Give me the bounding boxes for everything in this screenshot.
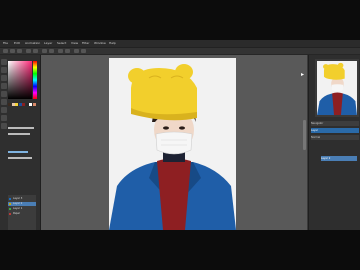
layer-color-dot <box>9 208 11 210</box>
open-file-icon[interactable] <box>10 49 15 53</box>
brush-tool-icon[interactable] <box>1 67 7 73</box>
menu-bar: File Edit Animation Layer Select View Fi… <box>0 40 360 48</box>
brush-size-slider[interactable] <box>8 127 34 129</box>
layer-label: Layer 2 <box>13 202 23 205</box>
layer-row[interactable]: Layer 2 <box>8 202 36 206</box>
layer-color-dot <box>9 213 11 215</box>
layer-label: Layer 1 <box>13 207 23 210</box>
tool-and-color-panel: Layer 3 Layer 2 Layer 1 Paper <box>0 55 41 230</box>
face-mask <box>155 131 193 155</box>
layer-label: Paper <box>13 212 21 215</box>
layer-row[interactable]: Layer 1 <box>8 207 36 211</box>
eraser-tool-icon[interactable] <box>1 75 7 81</box>
palette-swatch[interactable] <box>32 103 36 106</box>
rotate-icon[interactable] <box>74 49 79 53</box>
fill-tool-icon[interactable] <box>1 83 7 89</box>
menu-filter[interactable]: Filter <box>82 41 89 46</box>
zoom-in-icon[interactable] <box>58 49 63 53</box>
redo-icon[interactable] <box>33 49 38 53</box>
menu-file[interactable]: File <box>3 41 8 46</box>
menu-help[interactable]: Help <box>109 41 116 46</box>
density-slider[interactable] <box>8 157 32 159</box>
hue-slider[interactable] <box>33 61 37 99</box>
layer-color-dot <box>9 203 11 205</box>
flip-icon[interactable] <box>81 49 86 53</box>
opacity-slider[interactable] <box>8 133 30 135</box>
menu-animation[interactable]: Animation <box>25 41 40 46</box>
clear-icon[interactable] <box>42 49 47 53</box>
eyedropper-tool-icon[interactable] <box>1 115 7 121</box>
select-tool-icon[interactable] <box>1 91 7 97</box>
sweater <box>157 158 191 230</box>
canvas-scrollbar[interactable] <box>303 120 306 150</box>
zoom-out-icon[interactable] <box>65 49 70 53</box>
paint-app-window: File Edit Animation Layer Select View Fi… <box>0 40 360 230</box>
layer-label: Layer 3 <box>13 197 23 200</box>
layer-color-dot <box>9 198 11 200</box>
selected-layer-row[interactable]: Layer 2 <box>321 156 357 161</box>
layer-row[interactable]: Paper <box>8 212 36 216</box>
layer-list: Layer 3 Layer 2 Layer 1 Paper <box>8 195 36 230</box>
tab-navigator[interactable]: Navigator <box>311 121 359 126</box>
text-tool-icon[interactable] <box>1 107 7 113</box>
move-tool-icon[interactable] <box>1 99 7 105</box>
menu-select[interactable]: Select <box>57 41 66 46</box>
drawing-canvas[interactable] <box>109 58 236 230</box>
undo-icon[interactable] <box>26 49 31 53</box>
save-icon[interactable] <box>17 49 22 53</box>
menu-edit[interactable]: Edit <box>14 41 20 46</box>
menu-view[interactable]: View <box>71 41 78 46</box>
layer-row[interactable]: Layer 3 <box>8 197 36 201</box>
fill-icon[interactable] <box>49 49 54 53</box>
new-file-icon[interactable] <box>3 49 8 53</box>
pen-tool-icon[interactable] <box>1 59 7 65</box>
blend-mode-select[interactable]: Normal <box>311 135 359 140</box>
character-illustration <box>109 64 236 230</box>
menu-window[interactable]: Window <box>94 41 106 46</box>
hand-tool-icon[interactable] <box>1 123 7 129</box>
mouse-cursor-icon: ▸ <box>301 71 305 78</box>
color-saturation-value-picker[interactable] <box>8 61 32 99</box>
command-bar <box>0 48 360 55</box>
menu-layer[interactable]: Layer <box>44 41 52 46</box>
hardness-slider[interactable] <box>8 151 28 153</box>
tab-layer[interactable]: Layer <box>311 128 359 133</box>
navigator-preview <box>317 61 357 115</box>
right-panel: Navigator Layer Normal Layer 2 <box>308 55 360 230</box>
navigator-panel[interactable] <box>315 59 359 117</box>
